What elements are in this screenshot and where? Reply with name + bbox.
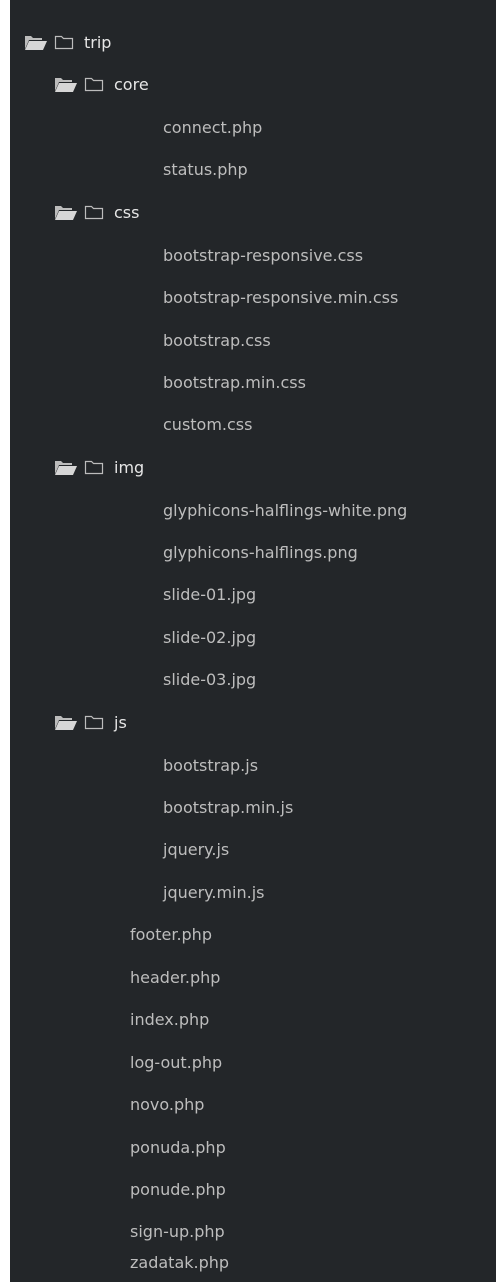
tree-folder-core[interactable]: core bbox=[54, 68, 149, 100]
tree-file[interactable]: zadatak.php bbox=[130, 1246, 229, 1278]
folder-icon bbox=[54, 33, 74, 51]
tree-file[interactable]: sign-up.php bbox=[130, 1215, 225, 1247]
tree-file-label: bootstrap.js bbox=[163, 755, 259, 775]
folder-open-icon bbox=[54, 75, 78, 93]
tree-file-label: jquery.js bbox=[163, 839, 230, 859]
tree-file-label: slide-02.jpg bbox=[163, 627, 257, 647]
tree-file-label: status.php bbox=[163, 159, 248, 179]
tree-file[interactable]: status.php bbox=[163, 153, 248, 185]
folder-icon bbox=[84, 713, 104, 731]
tree-file-label: slide-03.jpg bbox=[163, 669, 257, 689]
file-tree-panel: trip core connect.php status.php css boo… bbox=[10, 0, 496, 1282]
folder-open-icon bbox=[54, 713, 78, 731]
tree-file[interactable]: bootstrap.css bbox=[163, 324, 271, 356]
tree-file[interactable]: jquery.js bbox=[163, 833, 229, 865]
tree-file-label: glyphicons-halflings-white.png bbox=[163, 500, 408, 520]
tree-folder-css[interactable]: css bbox=[54, 196, 139, 228]
tree-file[interactable]: connect.php bbox=[163, 111, 262, 143]
tree-file-label: slide-01.jpg bbox=[163, 584, 257, 604]
tree-file-label: log-out.php bbox=[130, 1052, 223, 1072]
tree-file-label: sign-up.php bbox=[130, 1221, 225, 1241]
tree-file[interactable]: index.php bbox=[130, 1003, 209, 1035]
tree-file-label: glyphicons-halflings.png bbox=[163, 542, 358, 562]
tree-file[interactable]: ponuda.php bbox=[130, 1131, 226, 1163]
folder-icon bbox=[84, 458, 104, 476]
tree-file[interactable]: slide-03.jpg bbox=[163, 663, 256, 695]
tree-file-label: bootstrap.css bbox=[163, 330, 271, 350]
tree-file-label: jquery.min.js bbox=[163, 882, 265, 902]
tree-file-label: zadatak.php bbox=[130, 1252, 230, 1272]
tree-file-label: connect.php bbox=[163, 117, 263, 137]
tree-file-label: custom.css bbox=[163, 414, 253, 434]
tree-file-label: novo.php bbox=[130, 1094, 205, 1114]
tree-file-label: bootstrap-responsive.min.css bbox=[163, 287, 399, 307]
tree-file-label: bootstrap.min.js bbox=[163, 797, 294, 817]
tree-file[interactable]: bootstrap.min.css bbox=[163, 366, 306, 398]
tree-file[interactable]: novo.php bbox=[130, 1088, 204, 1120]
tree-file-label: footer.php bbox=[130, 924, 212, 944]
tree-file[interactable]: glyphicons-halflings.png bbox=[163, 536, 358, 568]
tree-folder-label: img bbox=[114, 457, 145, 477]
tree-file[interactable]: slide-02.jpg bbox=[163, 621, 256, 653]
tree-folder-label: trip bbox=[84, 32, 112, 52]
tree-file-label: ponuda.php bbox=[130, 1137, 226, 1157]
tree-folder-img[interactable]: img bbox=[54, 451, 144, 483]
tree-folder-label: css bbox=[114, 202, 140, 222]
tree-file[interactable]: header.php bbox=[130, 961, 220, 993]
folder-open-icon bbox=[54, 203, 78, 221]
tree-file-label: bootstrap.min.css bbox=[163, 372, 306, 392]
folder-open-icon bbox=[24, 33, 48, 51]
tree-file-label: header.php bbox=[130, 967, 221, 987]
tree-file-label: ponude.php bbox=[130, 1179, 226, 1199]
tree-file[interactable]: bootstrap-responsive.min.css bbox=[163, 281, 398, 313]
tree-file[interactable]: footer.php bbox=[130, 918, 212, 950]
tree-file[interactable]: custom.css bbox=[163, 408, 252, 440]
tree-file[interactable]: log-out.php bbox=[130, 1046, 222, 1078]
tree-file[interactable]: ponude.php bbox=[130, 1173, 226, 1205]
folder-icon bbox=[84, 203, 104, 221]
folder-open-icon bbox=[54, 458, 78, 476]
tree-folder-label: js bbox=[114, 712, 127, 732]
tree-file[interactable]: bootstrap-responsive.css bbox=[163, 239, 363, 271]
tree-folder-label: core bbox=[114, 74, 149, 94]
tree-file-label: bootstrap-responsive.css bbox=[163, 245, 364, 265]
tree-file[interactable]: glyphicons-halflings-white.png bbox=[163, 494, 407, 526]
tree-file-label: index.php bbox=[130, 1009, 210, 1029]
folder-icon bbox=[84, 75, 104, 93]
tree-file[interactable]: bootstrap.js bbox=[163, 749, 258, 781]
tree-file[interactable]: bootstrap.min.js bbox=[163, 791, 293, 823]
tree-folder-js[interactable]: js bbox=[54, 706, 127, 738]
tree-file[interactable]: jquery.min.js bbox=[163, 876, 264, 908]
tree-file[interactable]: slide-01.jpg bbox=[163, 578, 256, 610]
tree-folder-trip[interactable]: trip bbox=[24, 26, 111, 58]
